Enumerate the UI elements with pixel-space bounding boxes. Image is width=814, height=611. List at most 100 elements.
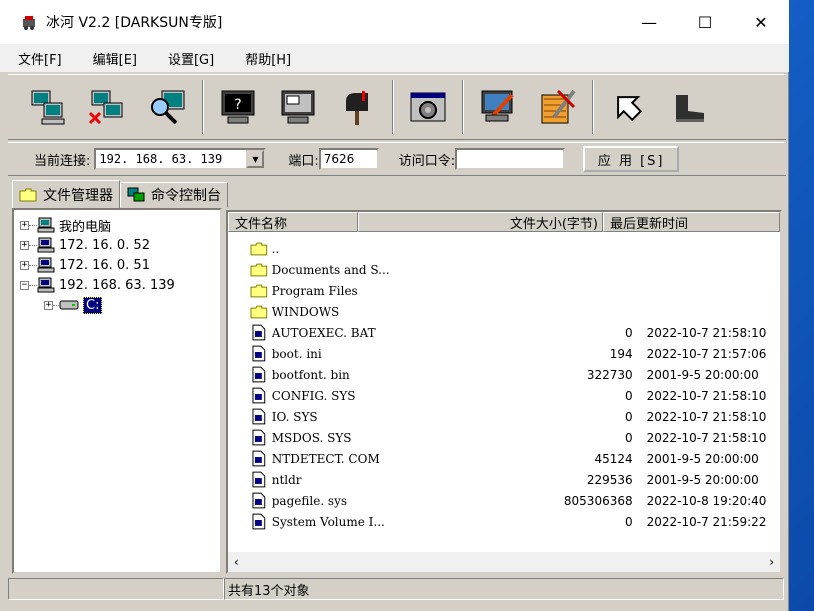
menu-edit[interactable]: 编辑[E] <box>75 49 150 68</box>
file-name: Program Files <box>271 283 358 298</box>
file-name: CONFIG. SYS <box>271 388 356 403</box>
scroll-left-icon[interactable]: ‹ <box>234 555 239 569</box>
svg-text:?: ? <box>234 97 241 113</box>
list-item[interactable]: bootfont. bin 322730 2001-9-5 20:00:00 <box>250 364 780 385</box>
add-host-icon <box>31 90 65 125</box>
tree-node-drive[interactable]: + C: <box>44 295 103 315</box>
horizontal-scrollbar[interactable]: ‹ › <box>228 552 780 572</box>
settings-icon <box>410 92 446 122</box>
tools-icon <box>541 89 576 124</box>
file-name: ntldr <box>271 472 302 487</box>
menu-file[interactable]: 文件[F] <box>0 49 75 68</box>
list-item[interactable]: AUTOEXEC. BAT 0 2022-10-7 21:58:10 <box>250 322 780 343</box>
list-item[interactable]: ntldr 229536 2001-9-5 20:00:00 <box>250 469 780 490</box>
collapse-icon[interactable]: − <box>20 280 29 290</box>
console-icon <box>127 187 145 202</box>
folder-icon <box>250 263 268 276</box>
edit-button[interactable] <box>468 77 528 137</box>
list-item[interactable]: Documents and S... <box>250 259 780 280</box>
apply-button[interactable]: 应 用 [S] <box>583 146 680 172</box>
boot-button[interactable] <box>658 77 718 137</box>
delete-host-button[interactable] <box>78 77 138 137</box>
current-connection-label: 当前连接: <box>34 153 91 169</box>
folder-icon <box>19 188 37 201</box>
app-icon <box>20 13 38 31</box>
file-name: System Volume I... <box>271 514 385 529</box>
list-item[interactable]: pagefile. sys 805306368 2022-10-8 19:20:… <box>250 490 780 511</box>
list-item[interactable]: System Volume I... 0 2022-10-7 21:59:22 <box>250 511 780 532</box>
close-button[interactable]: ✕ <box>733 0 789 44</box>
tree-node-my-computer[interactable]: + 我的电脑 <box>20 215 111 235</box>
file-time: 2022-10-7 21:59:22 <box>646 514 767 529</box>
tree-label: 172. 16. 0. 51 <box>59 257 150 273</box>
menu-bar: 文件[F] 编辑[E] 设置[G] 帮助[H] <box>0 44 789 72</box>
column-header-name[interactable]: 文件名称 <box>228 212 358 232</box>
file-name: WINDOWS <box>271 304 340 319</box>
status-left <box>8 578 224 600</box>
file-icon <box>252 429 266 446</box>
file-size: 0 <box>624 325 633 340</box>
list-item[interactable]: NTDETECT. COM 45124 2001-9-5 20:00:00 <box>250 448 780 469</box>
mailbox-button[interactable] <box>328 77 388 137</box>
tools-button[interactable] <box>528 77 588 137</box>
help-monitor-button[interactable]: ? <box>208 77 268 137</box>
file-time: 2022-10-8 19:20:40 <box>646 493 767 508</box>
password-input[interactable] <box>455 148 566 170</box>
file-size: 322730 <box>586 367 633 382</box>
list-item[interactable]: WINDOWS <box>250 301 780 322</box>
add-host-button[interactable] <box>18 77 78 137</box>
screen-monitor-button[interactable] <box>268 77 328 137</box>
column-header-size[interactable]: 文件大小(字节) <box>358 212 603 232</box>
column-header-time[interactable]: 最后更新时间 <box>603 212 780 232</box>
tab-command-console-label: 命令控制台 <box>151 188 221 204</box>
tree-node-host[interactable]: + 172. 16. 0. 51 <box>20 255 150 275</box>
help-monitor-icon: ? <box>221 90 255 124</box>
tab-command-console[interactable]: 命令控制台 <box>120 182 228 208</box>
chevron-down-icon[interactable]: ▼ <box>246 150 265 168</box>
window-title: 冰河 V2.2 [DARKSUN专版] <box>46 15 223 31</box>
folder-icon <box>250 242 268 255</box>
list-item[interactable]: .. <box>250 238 780 259</box>
list-header: 文件名称 文件大小(字节) 最后更新时间 <box>228 212 780 232</box>
settings-button[interactable] <box>398 77 458 137</box>
expand-icon[interactable]: + <box>20 260 29 270</box>
back-button[interactable] <box>598 77 658 137</box>
expand-icon[interactable]: + <box>44 300 53 310</box>
file-size: 194 <box>609 346 633 361</box>
port-input[interactable]: 7626 <box>318 148 379 170</box>
file-name: pagefile. sys <box>271 493 348 508</box>
current-connection-select[interactable]: 192. 168. 63. 139 ▼ <box>94 148 267 170</box>
list-item[interactable]: MSDOS. SYS 0 2022-10-7 21:58:10 <box>250 427 780 448</box>
menu-settings[interactable]: 设置[G] <box>150 49 227 68</box>
tab-bar: 文件管理器 命令控制台 <box>12 180 228 208</box>
title-bar[interactable]: 冰河 V2.2 [DARKSUN专版] — ☐ ✕ <box>0 0 789 44</box>
scroll-right-icon[interactable]: › <box>769 555 774 569</box>
list-item[interactable]: CONFIG. SYS 0 2022-10-7 21:58:10 <box>250 385 780 406</box>
file-size: 45124 <box>594 451 633 466</box>
file-icon <box>252 492 266 509</box>
search-host-icon <box>151 90 185 125</box>
search-host-button[interactable] <box>138 77 198 137</box>
password-label: 访问口令: <box>398 153 456 169</box>
list-item[interactable]: boot. ini 194 2022-10-7 21:57:06 <box>250 343 780 364</box>
file-size: 0 <box>624 514 633 529</box>
tree-node-host[interactable]: + 172. 16. 0. 52 <box>20 235 150 255</box>
list-item[interactable]: IO. SYS 0 2022-10-7 21:58:10 <box>250 406 780 427</box>
maximize-button[interactable]: ☐ <box>677 0 733 44</box>
boot-icon <box>676 95 704 122</box>
folder-icon <box>250 284 268 297</box>
list-item[interactable]: Program Files <box>250 280 780 301</box>
tree-node-host-selected[interactable]: − 192. 168. 63. 139 <box>20 275 175 295</box>
expand-icon[interactable]: + <box>20 240 29 250</box>
menu-help[interactable]: 帮助[H] <box>227 49 304 68</box>
file-icon <box>252 513 266 530</box>
file-list: 文件名称 文件大小(字节) 最后更新时间 .. Documents and S.… <box>226 210 782 574</box>
file-name: .. <box>271 241 280 256</box>
tab-file-manager[interactable]: 文件管理器 <box>12 180 120 208</box>
delete-host-icon <box>88 90 123 125</box>
file-name: bootfont. bin <box>271 367 350 382</box>
computer-icon <box>37 217 55 233</box>
expand-icon[interactable]: + <box>20 220 29 230</box>
tree-label: 192. 168. 63. 139 <box>59 277 175 293</box>
minimize-button[interactable]: — <box>621 0 677 44</box>
